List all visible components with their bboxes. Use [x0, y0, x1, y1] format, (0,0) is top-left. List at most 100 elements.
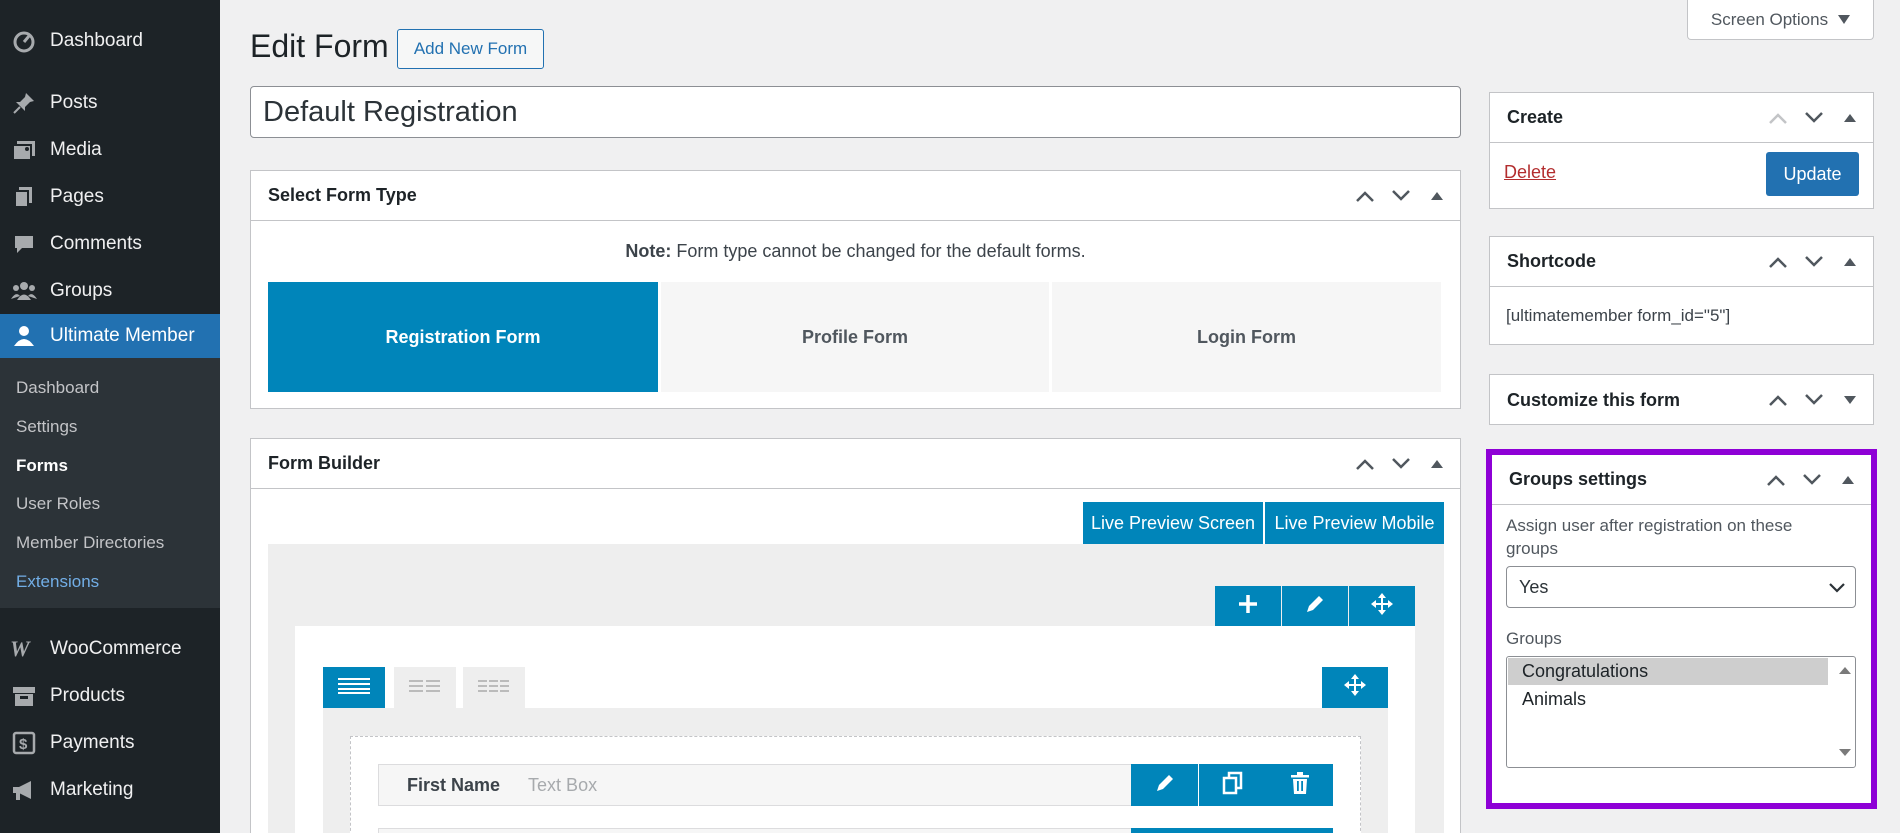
screen-options-button[interactable]: Screen Options	[1687, 0, 1874, 40]
scroll-up-icon[interactable]	[1839, 662, 1851, 680]
sidebar-item-posts[interactable]: Posts	[0, 79, 220, 126]
live-preview-screen-button[interactable]: Live Preview Screen	[1083, 502, 1263, 544]
sidebar-item-label: WooCommerce	[50, 637, 182, 659]
box-title: Select Form Type	[268, 185, 417, 205]
sidebar-item-groups[interactable]: Groups	[0, 267, 220, 314]
box-title: Form Builder	[268, 453, 381, 473]
submenu-member-directories[interactable]: Member Directories	[16, 533, 164, 553]
submenu-forms[interactable]: Forms	[16, 456, 68, 476]
field-type: Text Box	[528, 774, 598, 795]
assign-select[interactable]: Yes	[1506, 566, 1856, 608]
sidebar-item-media[interactable]: Media	[0, 126, 220, 173]
assign-label: Assign user after registration on these …	[1506, 516, 1793, 558]
groups-icon	[10, 277, 38, 305]
move-down-icon[interactable]	[1388, 183, 1414, 209]
plus-icon	[1237, 593, 1259, 620]
megaphone-icon	[10, 776, 38, 804]
delete-field-button[interactable]	[1266, 764, 1333, 806]
submenu-user-roles[interactable]: User Roles	[16, 494, 100, 514]
field-actions[interactable]	[1131, 828, 1333, 833]
edit-field-button[interactable]	[1131, 764, 1198, 806]
move-down-icon[interactable]	[1801, 249, 1827, 275]
chevron-down-icon	[1829, 577, 1845, 598]
svg-text:$: $	[19, 736, 28, 753]
move-up-icon[interactable]	[1765, 249, 1791, 275]
sidebar-item-dashboard[interactable]: Dashboard	[0, 17, 220, 64]
media-icon	[10, 136, 38, 164]
move-down-icon[interactable]	[1799, 467, 1825, 493]
box-title: Groups settings	[1509, 469, 1648, 489]
note-label: Note:	[625, 241, 672, 261]
sidebar-item-woocommerce[interactable]: W WooCommerce	[0, 625, 220, 672]
duplicate-icon	[1222, 771, 1244, 800]
sidebar-item-label: Dashboard	[50, 29, 143, 51]
collapse-toggle-icon[interactable]	[1837, 105, 1863, 131]
form-type-note: Note: Form type cannot be changed for th…	[250, 241, 1461, 262]
page-title: Edit Form	[250, 28, 389, 64]
pencil-icon	[1304, 593, 1326, 620]
layout-3-column-tab[interactable]	[463, 667, 525, 709]
duplicate-field-button[interactable]	[1199, 764, 1266, 806]
move-up-icon[interactable]	[1352, 451, 1378, 477]
submenu-settings[interactable]: Settings	[16, 417, 77, 437]
profile-form-option[interactable]: Profile Form	[661, 282, 1049, 392]
move-down-icon[interactable]	[1801, 387, 1827, 413]
admin-sidebar: Dashboard Posts Media Pages Comments Gro…	[0, 0, 220, 833]
three-column-icon	[478, 678, 510, 699]
create-box: Create Delete Update	[1489, 92, 1874, 209]
move-up-icon[interactable]	[1765, 387, 1791, 413]
layout-2-column-tab[interactable]	[394, 667, 456, 709]
move-up-icon[interactable]	[1763, 467, 1789, 493]
svg-text:W: W	[10, 639, 31, 659]
customize-form-box: Customize this form	[1489, 374, 1874, 425]
move-section-button[interactable]	[1322, 667, 1388, 708]
move-up-icon[interactable]	[1352, 183, 1378, 209]
submenu-dashboard[interactable]: Dashboard	[16, 378, 99, 398]
registration-form-option[interactable]: Registration Form	[268, 282, 658, 392]
sidebar-item-label: Comments	[50, 232, 142, 254]
expand-toggle-icon[interactable]	[1837, 387, 1863, 413]
groups-multiselect[interactable]: Congratulations Animals	[1506, 656, 1856, 768]
sidebar-item-payments[interactable]: $ Payments	[0, 719, 220, 766]
listbox-scrollbar[interactable]	[1836, 658, 1854, 766]
field-row[interactable]: First Name Text Box	[378, 764, 1132, 806]
group-option[interactable]: Animals	[1508, 686, 1828, 713]
sidebar-item-products[interactable]: Products	[0, 672, 220, 719]
form-title-input[interactable]: Default Registration	[250, 86, 1461, 138]
live-preview-mobile-button[interactable]: Live Preview Mobile	[1265, 502, 1444, 544]
update-button[interactable]: Update	[1766, 152, 1859, 196]
ultimate-member-submenu: Dashboard Settings Forms User Roles Memb…	[0, 358, 220, 608]
collapse-toggle-icon[interactable]	[1837, 249, 1863, 275]
move-down-icon[interactable]	[1801, 105, 1827, 131]
single-column-icon	[338, 677, 370, 699]
field-row[interactable]	[378, 828, 1132, 833]
box-title: Customize this form	[1507, 389, 1681, 410]
layout-1-column-tab[interactable]	[323, 667, 385, 709]
scroll-down-icon[interactable]	[1839, 744, 1851, 762]
submenu-extensions[interactable]: Extensions	[16, 572, 99, 592]
note-text: Form type cannot be changed for the defa…	[671, 241, 1086, 261]
archive-icon	[10, 682, 38, 710]
delete-link[interactable]: Delete	[1504, 162, 1556, 183]
add-new-form-button[interactable]: Add New Form	[397, 29, 544, 69]
collapse-toggle-icon[interactable]	[1424, 183, 1450, 209]
sidebar-item-marketing[interactable]: Marketing	[0, 766, 220, 813]
screen-options-label: Screen Options	[1710, 9, 1829, 29]
shortcode-value: [ultimatemember form_id="5"]	[1506, 306, 1731, 325]
group-option-selected[interactable]: Congratulations	[1508, 658, 1828, 685]
move-down-icon[interactable]	[1388, 451, 1414, 477]
sidebar-item-comments[interactable]: Comments	[0, 220, 220, 267]
add-row-button[interactable]	[1215, 586, 1281, 626]
move-row-button[interactable]	[1349, 586, 1415, 626]
sidebar-item-pages[interactable]: Pages	[0, 173, 220, 220]
sidebar-item-label: Ultimate Member	[50, 325, 195, 346]
woocommerce-icon: W	[10, 635, 38, 663]
collapse-toggle-icon[interactable]	[1424, 451, 1450, 477]
login-form-option[interactable]: Login Form	[1052, 282, 1441, 392]
dashboard-icon	[10, 27, 38, 55]
sidebar-item-ultimate-member[interactable]: Ultimate Member	[0, 314, 220, 358]
move-up-icon[interactable]	[1765, 105, 1791, 131]
edit-row-button[interactable]	[1282, 586, 1348, 626]
box-title: Create	[1507, 107, 1564, 127]
collapse-toggle-icon[interactable]	[1835, 467, 1861, 493]
